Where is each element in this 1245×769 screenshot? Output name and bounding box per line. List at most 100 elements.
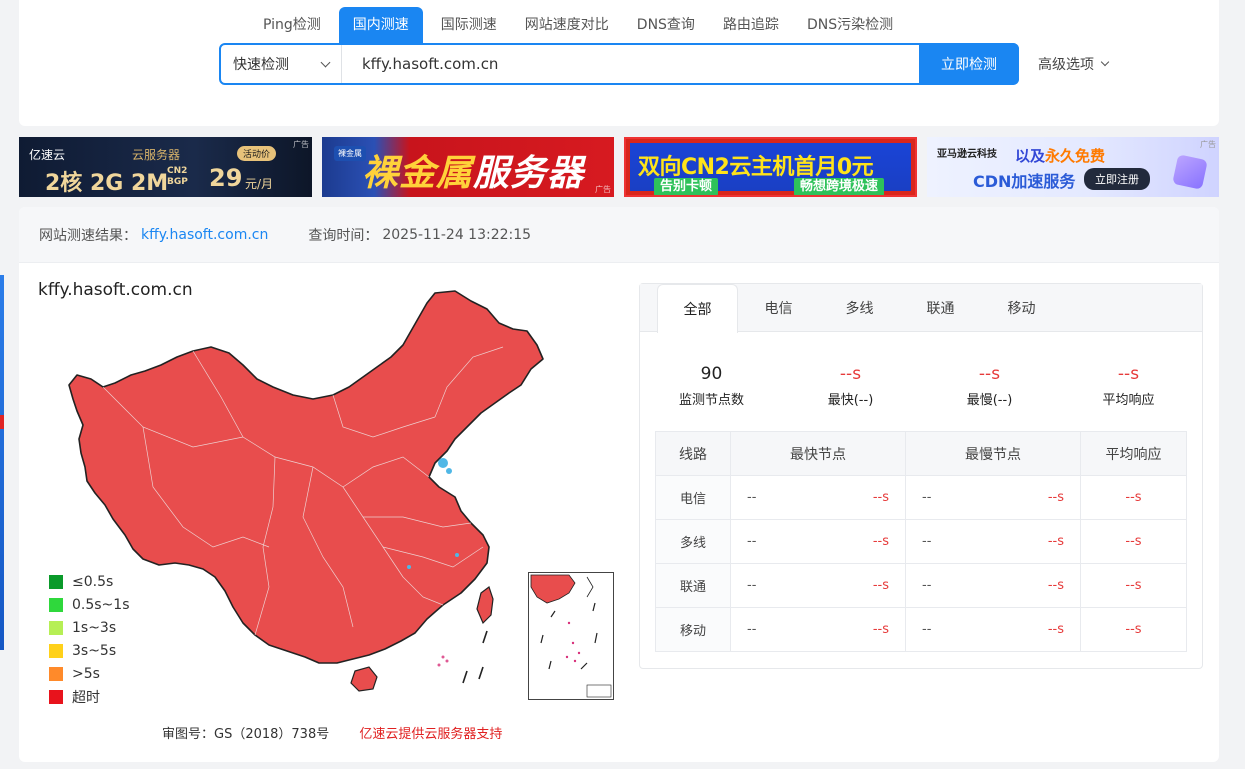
stats-panel: 全部 电信 多线 联通 移动 90 监测节点数 --s 最快(--) --s 最… xyxy=(639,283,1203,669)
mode-select-value: 快速检测 xyxy=(233,57,289,73)
query-time-label: 查询时间： xyxy=(308,227,379,244)
tab-domestic-speed[interactable]: 国内测速 xyxy=(338,7,423,44)
isp-tabs: 全部 电信 多线 联通 移动 xyxy=(640,284,1202,333)
maritime-boundary xyxy=(462,630,488,684)
col-header-line: 线路 xyxy=(655,431,731,476)
ad-tag: 广告 xyxy=(1200,140,1216,149)
row-slowest: -- --s xyxy=(905,519,1081,564)
legend-item: >5s xyxy=(49,662,130,685)
stat-slowest: --s 最慢(--) xyxy=(966,364,1013,408)
result-header: 网站测速结果： kffy.hasoft.com.cn 查询时间： 2025-11… xyxy=(19,207,1219,263)
ad1-unit: 元/月 xyxy=(245,177,274,191)
legend-swatch xyxy=(49,574,63,589)
tab-site-compare[interactable]: 网站速度对比 xyxy=(511,7,623,44)
row-slowest: -- --s xyxy=(905,607,1081,652)
legend-swatch xyxy=(49,643,63,658)
isp-tab-multiline[interactable]: 多线 xyxy=(819,284,900,332)
tab-ping[interactable]: Ping检测 xyxy=(249,7,335,44)
ad-banner-baremetal[interactable]: 裸金属 裸金属服务器 广告 xyxy=(322,137,614,197)
ad1-promo: 活动价 xyxy=(237,146,277,161)
stat-average: --s 平均响应 xyxy=(1102,364,1155,408)
tab-route-trace[interactable]: 路由追踪 xyxy=(709,7,793,44)
ad3-body: 双向CN2云主机首月0元 告别卡顿 畅想跨境极速 xyxy=(630,143,911,195)
china-mainland-region xyxy=(68,290,544,664)
summary-stats: 90 监测节点数 --s 最快(--) --s 最慢(--) --s 平均响应 xyxy=(640,362,1202,408)
tool-tabs: Ping检测 国内测速 国际测速 网站速度对比 DNS查询 路由追踪 DNS污染… xyxy=(249,7,907,44)
tab-dns-pollution[interactable]: DNS污染检测 xyxy=(793,7,907,44)
sponsor-link[interactable]: 亿速云提供云服务器支持 xyxy=(359,727,502,742)
ad3-pill-2: 畅想跨境极速 xyxy=(794,178,885,195)
legend-swatch xyxy=(49,689,63,704)
side-float-widget[interactable] xyxy=(0,275,4,650)
isp-tab-all[interactable]: 全部 xyxy=(657,284,738,333)
taiwan-island xyxy=(476,586,494,625)
search-card: Ping检测 国内测速 国际测速 网站速度对比 DNS查询 路由追踪 DNS污染… xyxy=(19,0,1219,126)
legend-swatch xyxy=(49,620,63,635)
legend-item: 3s~5s xyxy=(49,639,130,662)
table-row: 联通 -- --s -- --s --s xyxy=(655,563,1187,608)
query-time-value: 2025-11-24 13:22:15 xyxy=(382,226,532,243)
map-footer: 审图号：GS（2018）738号 亿速云提供云服务器支持 xyxy=(162,723,502,742)
ad-banner-cn2[interactable]: 双向CN2云主机首月0元 告别卡顿 畅想跨境极速 xyxy=(624,137,917,197)
ad-tag: 广告 xyxy=(293,140,309,149)
row-average: --s xyxy=(1080,475,1187,520)
row-slowest: -- --s xyxy=(905,563,1081,608)
row-average: --s xyxy=(1080,563,1187,608)
ad3-pill-1: 告别卡顿 xyxy=(654,178,719,195)
mode-select[interactable]: 快速检测 xyxy=(221,45,342,83)
ad2-headline: 裸金属服务器 xyxy=(362,153,585,194)
south-china-sea-inset xyxy=(528,572,614,700)
ad4-register-button[interactable]: 立即注册 xyxy=(1084,168,1150,190)
ad1-price: 29 xyxy=(209,164,243,192)
row-fastest: -- --s xyxy=(730,607,906,652)
table-row: 多线 -- --s -- --s --s xyxy=(655,519,1187,564)
ad4-subline: CDN加速服务 xyxy=(973,172,1076,191)
col-header-fastest: 最快节点 xyxy=(730,431,906,476)
tab-dns-query[interactable]: DNS查询 xyxy=(623,7,709,44)
row-fastest: -- --s xyxy=(730,475,906,520)
legend-item: 0.5s~1s xyxy=(49,593,130,616)
map-approval-number: 审图号：GS（2018）738号 xyxy=(162,727,330,742)
ad4-headline: 以及永久免费 xyxy=(1015,147,1106,165)
isp-tab-telecom[interactable]: 电信 xyxy=(738,284,819,332)
row-line: 多线 xyxy=(655,519,731,564)
ad-tag: 广告 xyxy=(595,185,611,194)
cube-icon xyxy=(1172,154,1208,190)
speed-legend: ≤0.5s 0.5s~1s 1s~3s 3s~5s >5s 超时 xyxy=(49,570,130,708)
line-results-table: 线路 最快节点 最慢节点 平均响应 电信 -- --s -- --s --s 多线 … xyxy=(655,431,1187,652)
col-header-slowest: 最慢节点 xyxy=(905,431,1081,476)
ad-banner-yisu[interactable]: 亿速云 云服务器 活动价 广告 2核 2G 2M CN2 BGP 29 元/月 xyxy=(19,137,312,197)
row-fastest: -- --s xyxy=(730,519,906,564)
chevron-down-icon xyxy=(1100,57,1110,67)
table-row: 移动 -- --s -- --s --s xyxy=(655,607,1187,652)
advanced-options-toggle[interactable]: 高级选项 xyxy=(1038,52,1110,76)
legend-swatch xyxy=(49,597,63,612)
search-bar: 快速检测 立即检测 xyxy=(219,43,1019,85)
ad4-brand: 亚马逊云科技 xyxy=(937,149,997,160)
stat-fastest: --s 最快(--) xyxy=(827,364,874,408)
isp-tab-unicom[interactable]: 联通 xyxy=(900,284,981,332)
ad1-spec: 2核 2G 2M xyxy=(45,171,169,196)
url-input[interactable] xyxy=(342,45,919,83)
tab-international-speed[interactable]: 国际测速 xyxy=(427,7,511,44)
result-domain-link[interactable]: kffy.hasoft.com.cn xyxy=(141,227,268,243)
row-line: 联通 xyxy=(655,563,731,608)
row-fastest: -- --s xyxy=(730,563,906,608)
legend-swatch xyxy=(49,666,63,681)
row-line: 电信 xyxy=(655,475,731,520)
row-line: 移动 xyxy=(655,607,731,652)
col-header-average: 平均响应 xyxy=(1080,431,1187,476)
legend-item: 1s~3s xyxy=(49,616,130,639)
ad-banner-aws[interactable]: 亚马逊云科技 以及永久免费 CDN加速服务 立即注册 广告 xyxy=(927,137,1219,197)
start-test-button[interactable]: 立即检测 xyxy=(919,43,1019,85)
table-row: 电信 -- --s -- --s --s xyxy=(655,475,1187,520)
legend-item: ≤0.5s xyxy=(49,570,130,593)
hainan-island xyxy=(350,666,378,692)
row-average: --s xyxy=(1080,519,1187,564)
chevron-down-icon xyxy=(320,57,331,67)
ad1-network: CN2 BGP xyxy=(167,166,188,187)
result-label: 网站测速结果： xyxy=(39,227,137,244)
isp-tab-mobile[interactable]: 移动 xyxy=(981,284,1062,332)
ad1-brand: 亿速云 xyxy=(29,148,66,162)
ad3-headline: 双向CN2云主机首月0元 xyxy=(638,155,874,180)
